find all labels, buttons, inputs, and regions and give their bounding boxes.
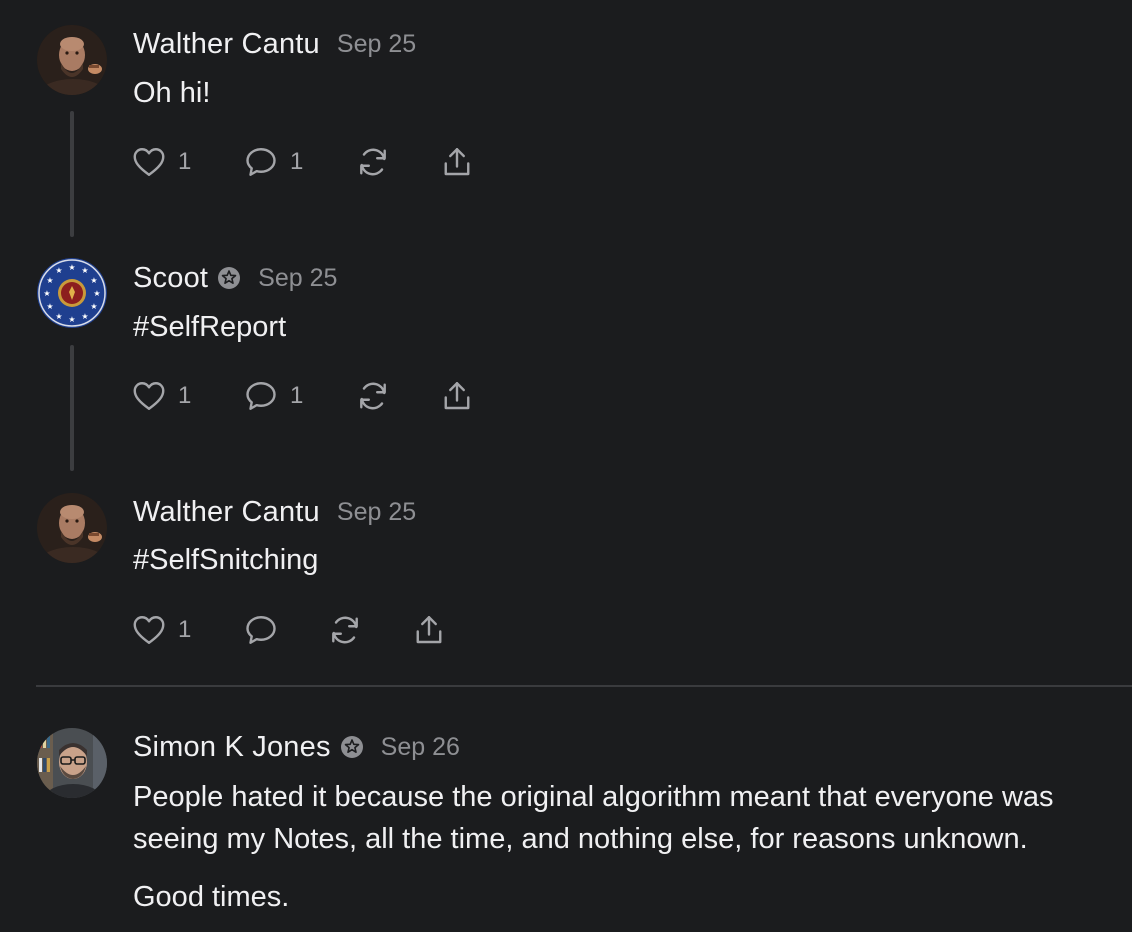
share-button[interactable]	[411, 612, 447, 648]
thread-divider	[36, 685, 1132, 687]
share-icon	[411, 612, 447, 648]
svg-text:★: ★	[81, 312, 88, 321]
note-actions: 1 1	[131, 376, 475, 416]
author-name[interactable]: Scoot	[133, 262, 208, 295]
author-name[interactable]: Simon K Jones	[133, 731, 331, 764]
svg-text:★: ★	[90, 276, 97, 285]
note-text: #SelfSnitching	[133, 544, 319, 576]
note-text: #SelfReport	[133, 311, 287, 343]
svg-text:★: ★	[68, 263, 75, 272]
comment-button[interactable]: 1	[243, 378, 355, 414]
svg-text:★: ★	[90, 302, 97, 311]
note-date[interactable]: Sep 25	[258, 264, 337, 293]
svg-text:★: ★	[46, 276, 53, 285]
svg-text:★: ★	[55, 312, 62, 321]
note-date[interactable]: Sep 26	[381, 733, 460, 762]
note-date[interactable]: Sep 25	[337, 30, 416, 59]
note-text-line-1: People hated it because the original alg…	[133, 781, 1054, 813]
note-header: Walther Cantu Sep 25	[133, 26, 416, 62]
svg-text:★: ★	[43, 289, 50, 298]
comment-button[interactable]	[243, 612, 327, 648]
svg-text:★: ★	[93, 289, 100, 298]
comment-count: 1	[290, 148, 304, 175]
thread-connector-line	[70, 345, 74, 471]
restack-icon	[355, 378, 391, 414]
avatar-scoot[interactable]: ★ ★ ★ ★ ★ ★ ★ ★ ★ ★ ★ ★	[37, 258, 107, 328]
comment-icon	[243, 144, 279, 180]
svg-text:★: ★	[68, 315, 75, 324]
note-actions: 1 1	[131, 142, 475, 182]
avatar-walther-cantu[interactable]	[37, 25, 107, 95]
comment-icon	[243, 612, 279, 648]
heart-icon	[131, 378, 167, 414]
restack-button[interactable]	[355, 144, 439, 180]
share-button[interactable]	[439, 144, 475, 180]
like-button[interactable]: 1	[131, 612, 243, 648]
like-count: 1	[178, 382, 192, 409]
author-name[interactable]: Walther Cantu	[133, 28, 320, 61]
note-header: Simon K Jones Sep 26	[133, 729, 460, 765]
like-count: 1	[178, 148, 192, 175]
thread-connector-line	[70, 111, 74, 237]
comment-count: 1	[290, 382, 304, 409]
restack-button[interactable]	[355, 378, 439, 414]
svg-text:★: ★	[55, 266, 62, 275]
restack-button[interactable]	[327, 612, 411, 648]
avatar-walther-cantu[interactable]	[37, 493, 107, 563]
verified-badge-icon	[217, 266, 241, 290]
like-button[interactable]: 1	[131, 378, 243, 414]
share-icon	[439, 144, 475, 180]
note-actions: 1	[131, 610, 447, 650]
note-text-paragraph: Good times.	[133, 881, 290, 913]
svg-text:★: ★	[46, 302, 53, 311]
avatar-simon-k-jones[interactable]	[37, 728, 107, 798]
restack-icon	[327, 612, 363, 648]
like-button[interactable]: 1	[131, 144, 243, 180]
note-text: Oh hi!	[133, 77, 211, 109]
notes-thread: Walther Cantu Sep 25 Oh hi! 1 1 ★ ★ ★ ★ …	[0, 0, 1132, 932]
heart-icon	[131, 612, 167, 648]
svg-text:★: ★	[81, 266, 88, 275]
note-header: Scoot Sep 25	[133, 260, 337, 296]
share-icon	[439, 378, 475, 414]
note-header: Walther Cantu Sep 25	[133, 494, 416, 530]
like-count: 1	[178, 616, 192, 643]
verified-badge-icon	[340, 735, 364, 759]
heart-icon	[131, 144, 167, 180]
share-button[interactable]	[439, 378, 475, 414]
comment-icon	[243, 378, 279, 414]
note-text-line-2: seeing my Notes, all the time, and nothi…	[133, 823, 1028, 855]
note-date[interactable]: Sep 25	[337, 498, 416, 527]
author-name[interactable]: Walther Cantu	[133, 496, 320, 529]
restack-icon	[355, 144, 391, 180]
comment-button[interactable]: 1	[243, 144, 355, 180]
